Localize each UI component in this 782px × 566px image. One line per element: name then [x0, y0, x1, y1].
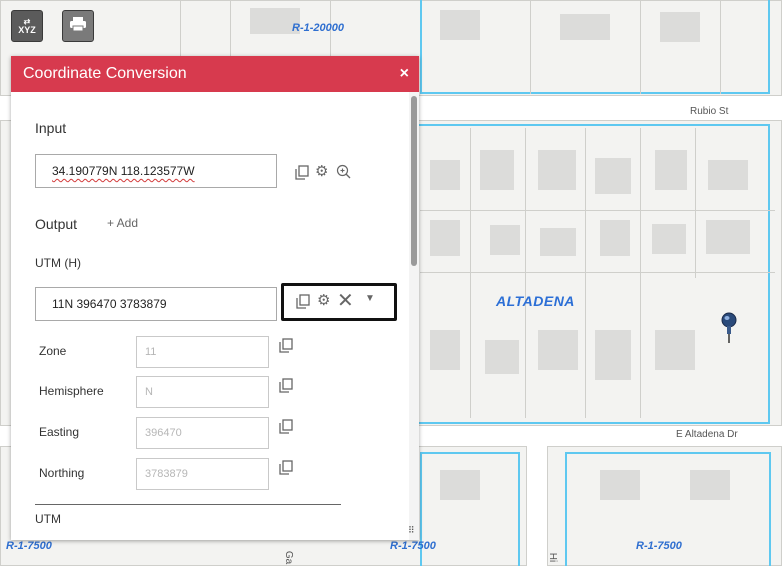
panel-header: Coordinate Conversion × [11, 56, 419, 92]
copy-icon[interactable] [295, 165, 309, 183]
input-coordinate-field[interactable]: 34.190779N 118.123577W [35, 154, 277, 188]
utm-h-output-field[interactable]: 11N 396470 3783879 [35, 287, 277, 321]
street-label-hi: Hi [547, 552, 559, 563]
scrollbar-thumb[interactable] [411, 96, 417, 266]
utm-h-output-value: 11N 396470 3783879 [52, 297, 167, 311]
copy-easting-icon[interactable] [279, 419, 293, 437]
road-vertical-left [527, 440, 547, 566]
copy-northing-icon[interactable] [279, 460, 293, 478]
hemisphere-field: N [136, 376, 269, 408]
zone-label-bottom-left: R-1-7500 [6, 540, 52, 552]
easting-label: Easting [39, 425, 80, 439]
copy-hemisphere-icon[interactable] [279, 378, 293, 396]
city-label: ALTADENA [496, 293, 575, 309]
hemisphere-label: Hemisphere [39, 384, 104, 398]
map-pin-icon[interactable] [719, 312, 739, 344]
copy-zone-icon[interactable] [279, 338, 293, 356]
settings-gear-icon[interactable]: ⚙ [315, 164, 328, 179]
northing-label: Northing [39, 466, 85, 480]
input-coordinate-value: 34.190779N 118.123577W [52, 164, 195, 178]
zone-label-top: R-1-20000 [292, 22, 344, 34]
section-divider [35, 504, 341, 505]
close-button[interactable]: × [400, 65, 409, 83]
panel-scrollbar[interactable] [409, 92, 419, 540]
add-output-button[interactable]: + Add [107, 216, 138, 230]
zoom-to-icon[interactable] [336, 164, 351, 182]
street-label-rubio: Rubio St [690, 106, 729, 117]
utm-label: UTM [35, 512, 61, 526]
resize-grip-icon[interactable]: ⠿ [408, 526, 415, 535]
street-label-altadena-dr: E Altadena Dr [676, 429, 738, 440]
print-button[interactable] [62, 10, 94, 42]
street-label-ga: Ga [283, 550, 295, 565]
zone-label-bottom-mid: R-1-7500 [390, 540, 436, 552]
highlight-box [281, 283, 397, 321]
coordinate-conversion-button[interactable]: ⇄ XYZ [11, 10, 43, 42]
zone-label: Zone [39, 344, 67, 358]
zone-field: 11 [136, 336, 269, 368]
input-section-label: Input [35, 120, 67, 136]
printer-icon [69, 16, 87, 37]
easting-field: 396470 [136, 417, 269, 449]
output-section-label: Output [35, 216, 78, 232]
utm-h-label: UTM (H) [35, 256, 81, 270]
northing-field: 3783879 [136, 458, 269, 490]
panel-title: Coordinate Conversion [23, 65, 187, 82]
xyz-icon: ⇄ XYZ [18, 17, 36, 35]
zone-label-bottom-right: R-1-7500 [636, 540, 682, 552]
